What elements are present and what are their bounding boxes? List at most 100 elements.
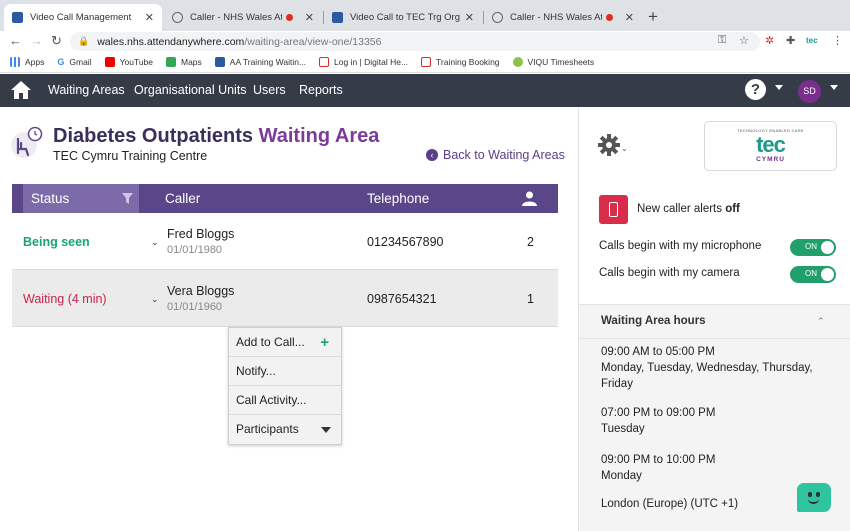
participant-count: 1 <box>527 292 534 306</box>
mobile-alert-icon[interactable] <box>599 195 628 224</box>
bookmark-maps[interactable]: Maps <box>166 57 202 67</box>
caller-actions-menu: Add to Call... + Notify... Call Activity.… <box>228 327 342 445</box>
telephone-column-header: Telephone <box>367 191 430 206</box>
site-favicon-icon <box>512 57 523 67</box>
organisation-name: TEC Cymru Training Centre <box>53 149 208 163</box>
participant-count: 2 <box>527 235 534 249</box>
table-row[interactable]: Waiting (4 min) ⌄ Vera Bloggs 01/01/1960… <box>12 270 558 327</box>
close-tab-icon[interactable]: ✕ <box>465 11 474 24</box>
chevron-down-icon[interactable]: ⌄ <box>621 144 628 153</box>
menu-item-add-to-call[interactable]: Add to Call... + <box>229 328 341 357</box>
participants-user-icon <box>522 191 537 206</box>
table-row[interactable]: Being seen ⌄ Fred Bloggs 01/01/1980 0123… <box>12 213 558 270</box>
menu-item-participants[interactable]: Participants <box>229 415 341 444</box>
caller-column-header: Caller <box>165 191 201 206</box>
forward-arrow-icon[interactable]: → <box>30 33 43 48</box>
close-tab-icon[interactable]: ✕ <box>305 11 314 24</box>
nav-reports[interactable]: Reports <box>299 83 343 97</box>
menu-item-call-activity[interactable]: Call Activity... <box>229 386 341 415</box>
caller-name: Fred Bloggs <box>167 227 235 241</box>
caller-name: Vera Bloggs <box>167 284 235 298</box>
hours-entry: 07:00 PM to 09:00 PM Tuesday <box>601 407 716 435</box>
site-favicon-icon <box>214 57 225 67</box>
new-caller-alerts-setting: New caller alerts off <box>637 203 740 215</box>
tab-title: Caller - NHS Wales Attend Anywhere <box>190 12 282 23</box>
chevron-down-icon[interactable]: ⌄ <box>151 237 159 248</box>
help-icon[interactable]: ? <box>745 79 766 100</box>
chat-bot-icon[interactable] <box>797 483 831 512</box>
nav-users[interactable]: Users <box>253 83 286 97</box>
hours-entry: 09:00 AM to 05:00 PM Monday, Tuesday, We… <box>601 346 813 390</box>
new-tab-icon[interactable]: + <box>648 7 658 27</box>
back-circle-icon: ‹ <box>426 149 438 161</box>
filter-icon[interactable] <box>122 193 133 204</box>
help-caret-icon[interactable] <box>775 85 783 90</box>
waiting-area-hours-heading[interactable]: Waiting Area hours <box>601 315 706 327</box>
bookmark-youtube[interactable]: YouTube <box>104 57 153 67</box>
site-favicon-icon <box>12 12 23 23</box>
avatar[interactable]: SD <box>798 80 821 103</box>
status-being-seen: Being seen <box>23 235 90 249</box>
home-icon[interactable] <box>10 80 32 100</box>
browser-tab-video-call-management[interactable]: Video Call Management ✕ <box>4 4 162 31</box>
nav-waiting-areas[interactable]: Waiting Areas <box>48 83 125 97</box>
nav-organisational-units[interactable]: Organisational Units <box>134 83 247 97</box>
chevron-up-icon[interactable]: ⌃ <box>817 316 825 327</box>
back-to-waiting-areas-link[interactable]: ‹ Back to Waiting Areas <box>426 148 565 162</box>
settings-section: ⌄ TECHNOLOGY ENABLED CARE tec CYMRU New … <box>579 107 850 305</box>
status-waiting: Waiting (4 min) <box>23 292 107 306</box>
puzzle-icon[interactable]: ✚ <box>786 34 795 47</box>
bookmarks-bar: Apps G Gmail YouTube Maps AA Training Wai… <box>0 52 850 73</box>
caller-phone: 01234567890 <box>367 235 444 249</box>
apps-grid-icon <box>10 57 20 67</box>
user-menu-caret-icon[interactable] <box>830 85 838 90</box>
bookmark-aa-training[interactable]: AA Training Waitin... <box>214 57 306 67</box>
close-tab-icon[interactable]: ✕ <box>625 11 634 24</box>
bookmark-apps[interactable]: Apps <box>10 57 44 67</box>
bookmark-gmail[interactable]: G Gmail <box>57 57 91 67</box>
browser-tab-caller-1[interactable]: Caller - NHS Wales Attend Anywhere ✕ <box>164 4 322 31</box>
maps-icon <box>166 57 176 67</box>
waiting-room-clock-icon <box>11 126 43 158</box>
camera-setting-label: Calls begin with my camera <box>599 267 740 279</box>
star-icon[interactable]: ☆ <box>739 34 749 47</box>
microphone-setting-label: Calls begin with my microphone <box>599 240 762 252</box>
microphone-toggle[interactable]: ON <box>790 239 836 256</box>
caller-dob: 01/01/1960 <box>167 301 223 313</box>
timezone: London (Europe) (UTC +1) <box>601 498 739 510</box>
google-icon: G <box>57 57 65 67</box>
gear-icon[interactable] <box>598 134 620 156</box>
chevron-down-icon[interactable]: ⌄ <box>151 294 159 305</box>
caret-down-icon <box>321 427 331 433</box>
hours-entry: 09:00 PM to 10:00 PM Monday <box>601 454 716 482</box>
more-vert-icon[interactable]: ⋮ <box>832 34 843 47</box>
status-column-header[interactable]: Status <box>23 184 139 213</box>
extension-icon[interactable]: ✲ <box>765 34 774 47</box>
youtube-icon <box>104 57 115 67</box>
menu-item-notify[interactable]: Notify... <box>229 357 341 386</box>
url-input[interactable]: 🔒 wales.nhs.attendanywhere.com /waiting-… <box>70 32 760 51</box>
bookmark-digital-health[interactable]: Log in | Digital He... <box>319 57 408 67</box>
camera-toggle[interactable]: ON <box>790 266 836 283</box>
app-navbar: Waiting Areas Organisational Units Users… <box>0 74 850 107</box>
address-bar-row: ← → ↻ 🔒 wales.nhs.attendanywhere.com /wa… <box>0 31 850 52</box>
tec-cymru-logo: TECHNOLOGY ENABLED CARE tec CYMRU <box>704 121 837 171</box>
callers-table: Status Caller Telephone Being seen ⌄ Fre… <box>12 184 558 327</box>
key-icon[interactable]: ⚿ <box>718 34 726 47</box>
back-arrow-icon[interactable]: ← <box>9 33 22 48</box>
recording-icon <box>285 14 293 21</box>
lock-icon: 🔒 <box>78 36 90 46</box>
url-host: wales.nhs.attendanywhere.com <box>97 35 245 48</box>
recording-icon <box>605 14 613 21</box>
bookmark-training-booking[interactable]: Training Booking <box>421 57 500 67</box>
browser-tab-strip: Video Call Management ✕ Caller - NHS Wal… <box>0 0 850 31</box>
browser-tab-video-call-tec[interactable]: Video Call to TEC Trg Org ✕ <box>324 4 482 31</box>
bookmark-viqu[interactable]: VIQU Timesheets <box>512 57 594 67</box>
reload-icon[interactable]: ↻ <box>51 33 62 49</box>
browser-tab-caller-2[interactable]: Caller - NHS Wales Attend Anywhere ✕ <box>484 4 642 31</box>
tec-extension-icon[interactable]: tec <box>806 36 818 45</box>
globe-icon <box>172 12 183 23</box>
close-tab-icon[interactable]: ✕ <box>145 11 154 24</box>
site-favicon-icon <box>421 57 432 67</box>
plus-icon: + <box>320 334 329 351</box>
